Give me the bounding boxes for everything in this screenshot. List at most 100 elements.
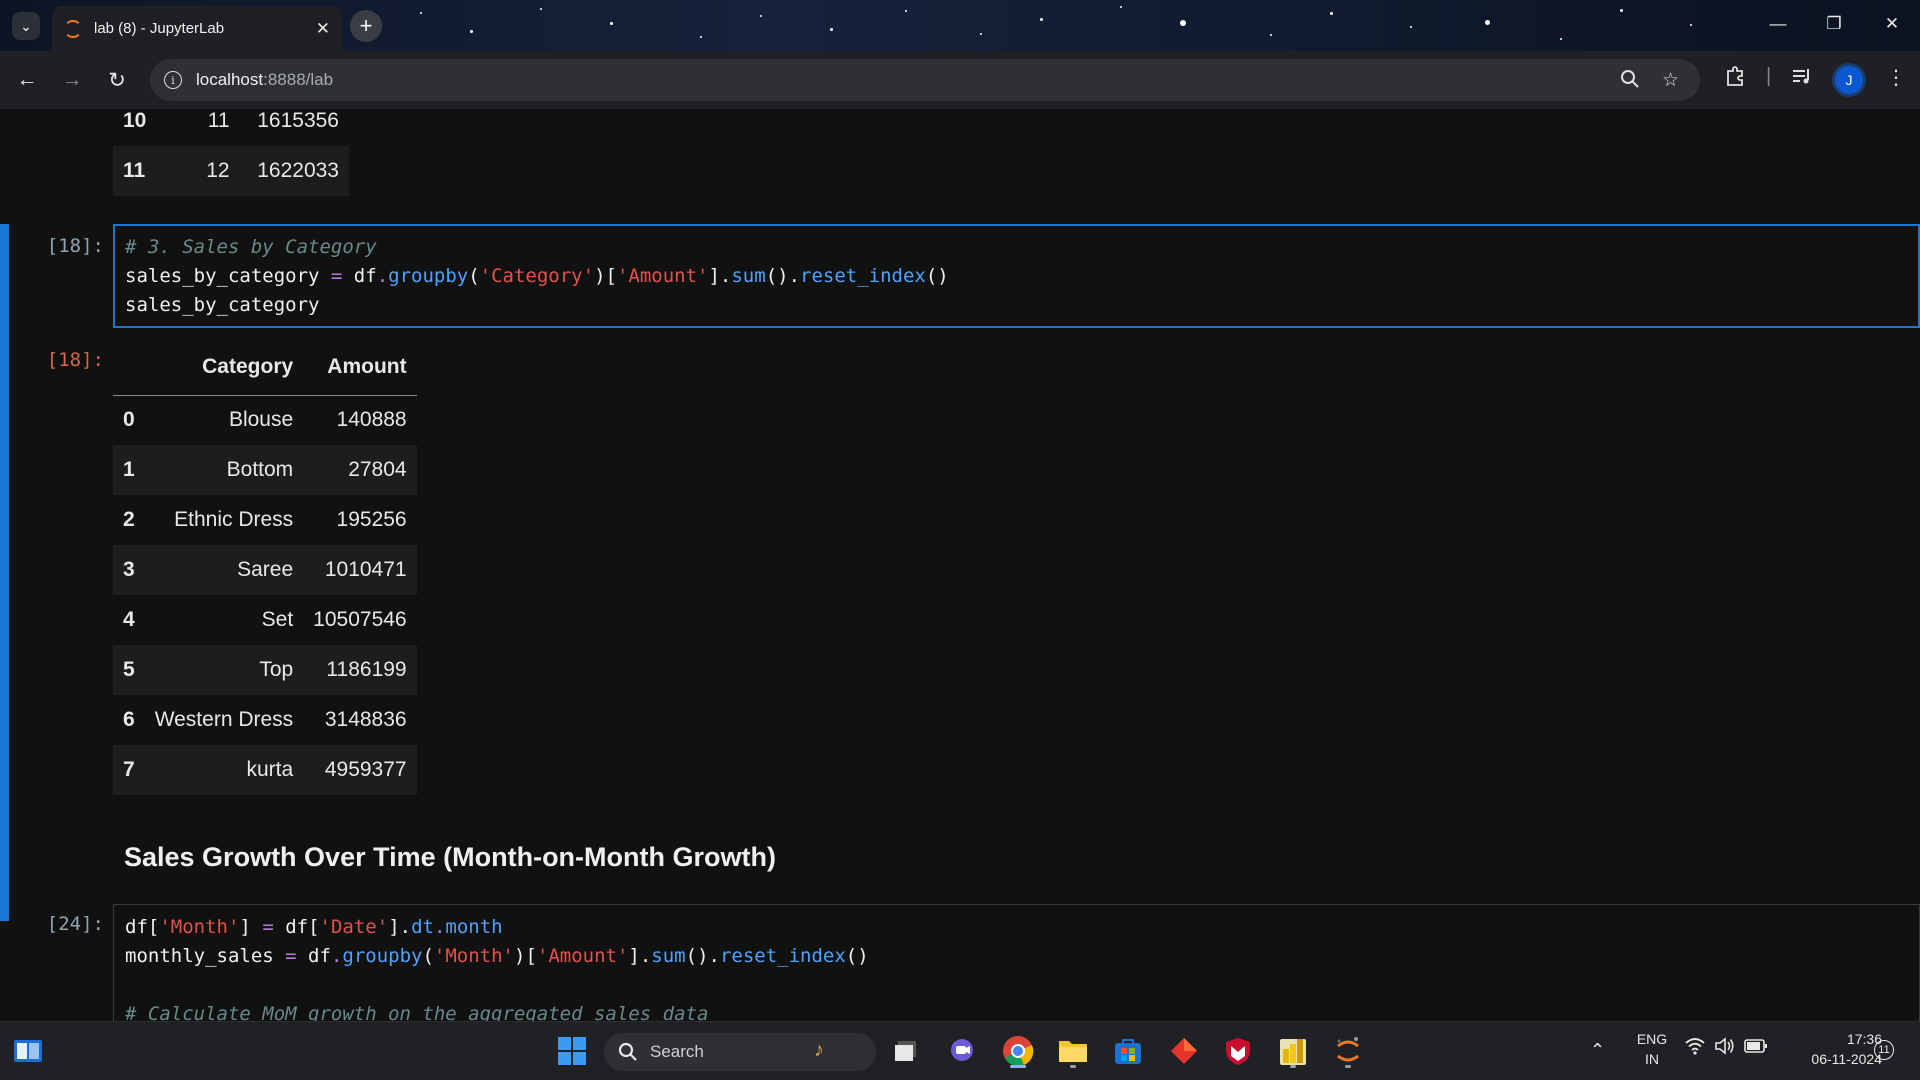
amount-cell: 140888 <box>336 408 407 432</box>
category-cell: kurta <box>246 758 294 781</box>
url-path: :8888/lab <box>263 70 334 89</box>
row-index: 3 <box>123 558 135 581</box>
tab-search-button[interactable]: ⌄ <box>12 12 40 40</box>
media-control-icon[interactable] <box>1790 65 1812 93</box>
table-row: 10 11 1615356 <box>113 109 349 146</box>
chevron-up-icon[interactable]: ⌃ <box>1590 1040 1605 1061</box>
row-index: 1 <box>123 458 135 481</box>
diamond-app-icon <box>1171 1038 1197 1064</box>
row-index: 2 <box>123 508 135 531</box>
category-cell: Saree <box>237 558 294 581</box>
running-indicator <box>1345 1065 1351 1068</box>
row-index: 7 <box>123 758 135 781</box>
taskbar-app-file-explorer[interactable] <box>1055 1033 1091 1069</box>
taskbar-app-mcafee[interactable] <box>1220 1033 1256 1069</box>
url-host: localhost <box>196 70 264 89</box>
code-line: df['Month'] = df['Date'].dt.month <box>125 916 503 938</box>
task-view-icon <box>895 1041 916 1061</box>
info-icon[interactable]: i <box>164 71 182 89</box>
active-indicator <box>1010 1065 1026 1068</box>
zoom-icon[interactable] <box>1620 69 1640 95</box>
output-collapser-bar[interactable] <box>0 338 9 921</box>
reload-icon: ↻ <box>108 68 126 92</box>
table-cell: 1622033 <box>257 159 339 182</box>
start-button[interactable] <box>554 1033 590 1069</box>
widgets-icon <box>14 1040 42 1062</box>
lang-bottom: IN <box>1645 1051 1659 1067</box>
new-tab-button[interactable]: + <box>350 10 382 42</box>
running-indicator <box>1290 1065 1296 1068</box>
notification-badge[interactable]: 11 <box>1874 1040 1894 1060</box>
taskbar-app-chrome[interactable] <box>1000 1033 1036 1069</box>
wifi-icon[interactable] <box>1684 1036 1706 1059</box>
input-prompt: [24]: <box>46 913 104 935</box>
powerbi-icon <box>1280 1039 1306 1065</box>
address-bar[interactable]: i localhost:8888/lab ☆ <box>150 59 1700 101</box>
battery-icon[interactable] <box>1744 1038 1768 1057</box>
taskbar-app-powerbi[interactable] <box>1275 1033 1311 1069</box>
close-window-button[interactable]: ✕ <box>1864 0 1920 48</box>
volume-icon[interactable] <box>1714 1036 1736 1059</box>
taskbar-app-diamond[interactable] <box>1166 1033 1202 1069</box>
close-icon: ✕ <box>1884 14 1900 33</box>
row-index: 6 <box>123 708 135 731</box>
table-cell: 11 <box>207 109 230 132</box>
table-row: 11 12 1622033 <box>113 146 349 196</box>
search-label: Search <box>650 1042 704 1061</box>
notebook-panel[interactable]: 10 11 1615356 11 12 1622033 [18]: # 3. S… <box>0 109 1920 1021</box>
extensions-icon[interactable] <box>1724 65 1746 93</box>
code-editor-cell-18[interactable]: # 3. Sales by Category sales_by_category… <box>113 224 1920 328</box>
table-row: 5 Top 1186199 <box>113 645 417 695</box>
restore-button[interactable]: ❐ <box>1806 0 1862 48</box>
table-row: 7 kurta 4959377 <box>113 745 417 795</box>
code-comment: # Calculate MoM growth on the aggregated… <box>125 1003 709 1021</box>
browser-tab-strip: ⌄ lab (8) - JupyterLab ✕ + — ❐ ✕ <box>0 0 1920 51</box>
browser-toolbar: ← → ↻ i localhost:8888/lab ☆ | J ⋮ <box>0 51 1920 109</box>
search-icon <box>618 1042 637 1061</box>
close-icon[interactable]: ✕ <box>316 19 330 39</box>
table-cell: 1615356 <box>257 109 339 132</box>
kebab-menu-icon[interactable]: ⋮ <box>1886 65 1906 90</box>
chrome-icon <box>1003 1036 1034 1067</box>
windows-logo-icon <box>558 1037 586 1065</box>
profile-avatar[interactable]: J <box>1832 63 1866 97</box>
category-cell: Blouse <box>228 408 294 432</box>
toolbar-divider: | <box>1766 65 1772 87</box>
search-highlight-icon: ♪ <box>814 1039 824 1061</box>
tab-jupyterlab[interactable]: lab (8) - JupyterLab ✕ <box>52 6 342 51</box>
forward-button[interactable]: → <box>57 65 87 95</box>
store-icon <box>1115 1039 1141 1064</box>
shield-icon <box>1226 1038 1250 1065</box>
taskbar-search[interactable]: Search ♪ <box>604 1033 876 1071</box>
table-row: 0 Blouse 140888 <box>113 395 417 445</box>
amount-cell: 27804 <box>348 458 407 481</box>
category-cell: Ethnic Dress <box>174 508 294 531</box>
jupyter-icon <box>1337 1037 1359 1062</box>
table-row: 3 Saree 1010471 <box>113 545 417 595</box>
folder-icon <box>1059 1041 1087 1062</box>
reload-button[interactable]: ↻ <box>102 65 132 95</box>
back-button[interactable]: ← <box>12 65 42 95</box>
amount-cell: 3148836 <box>324 708 407 731</box>
table-row: 2 Ethnic Dress 195256 <box>113 495 417 545</box>
markdown-heading: Sales Growth Over Time (Month-on-Month G… <box>124 842 776 872</box>
taskbar-app-store[interactable] <box>1110 1033 1146 1069</box>
taskbar-app-chat[interactable] <box>944 1033 980 1069</box>
minimize-button[interactable]: — <box>1750 0 1806 48</box>
taskbar-app-taskview[interactable] <box>888 1033 924 1069</box>
code-line: sales_by_category = df.groupby('Category… <box>125 265 949 287</box>
taskbar-app-jupyter[interactable] <box>1330 1033 1366 1069</box>
arrow-left-icon: ← <box>16 68 38 91</box>
row-index: 5 <box>123 658 135 681</box>
running-indicator <box>1070 1065 1076 1068</box>
lang-top: ENG <box>1636 1031 1668 1047</box>
row-index: 10 <box>123 109 147 132</box>
code-editor-cell-24[interactable]: df['Month'] = df['Date'].dt.month monthl… <box>113 904 1920 1021</box>
chevron-down-icon: ⌄ <box>20 17 32 34</box>
bookmark-star-icon[interactable]: ☆ <box>1662 69 1679 92</box>
clock-date: 06-11-2024 <box>1811 1051 1882 1067</box>
widgets-button[interactable] <box>10 1033 46 1069</box>
plus-icon: + <box>359 13 373 38</box>
category-cell: Western Dress <box>154 708 294 731</box>
